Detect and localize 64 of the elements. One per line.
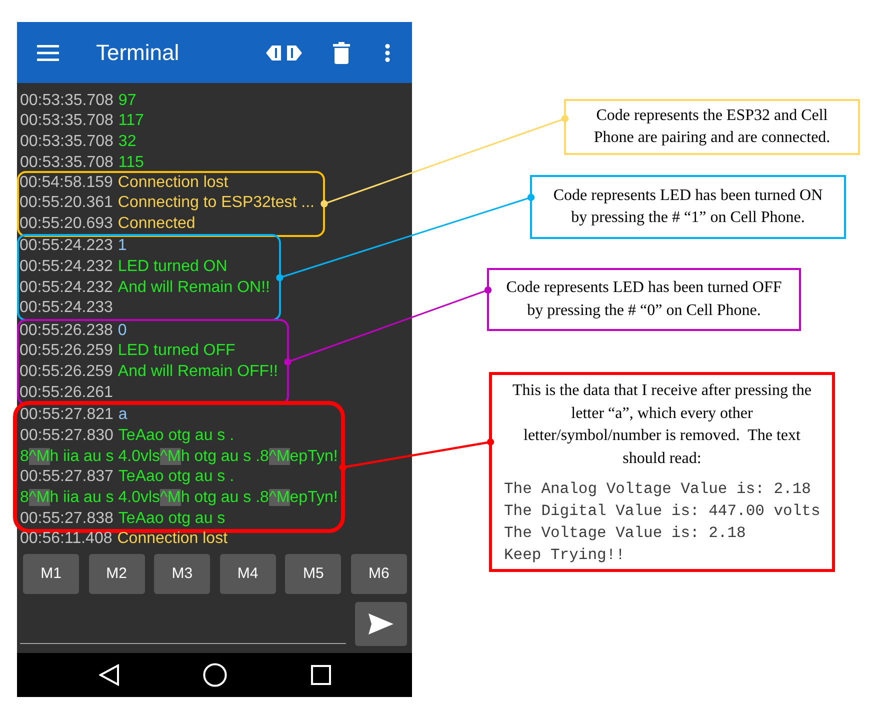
send-button[interactable] — [355, 602, 407, 646]
back-icon[interactable] — [98, 664, 118, 686]
timestamp: 00:55:26.238 — [20, 320, 113, 341]
timestamp: 00:55:24.223 — [20, 236, 113, 256]
timestamp: 00:55:27.838 — [20, 508, 114, 529]
timestamp: 00:55:27.837 — [20, 467, 114, 488]
trash-icon[interactable] — [333, 42, 350, 64]
macro-button[interactable]: M2 — [88, 554, 145, 594]
code-line: The Analog Voltage Value is: 2.18 — [504, 479, 811, 500]
code-line: Keep Trying!! — [504, 545, 625, 566]
connection-icon[interactable] — [266, 44, 302, 62]
message-text: 32 — [118, 132, 136, 152]
code-line: The Digital Value is: 447.00 volts — [504, 501, 820, 522]
timestamp: 00:53:35.708 — [20, 152, 114, 173]
message-text: 8^Mh iia au s 4.0vls^Mh otg au s .8^MepTyn! — [20, 446, 338, 467]
more-options-icon[interactable] — [385, 44, 390, 62]
message-text: 8^Mh iia au s 4.0vls^Mh otg au s .8^MepTyn! — [20, 488, 338, 508]
message-text: 117 — [118, 111, 144, 132]
macro-button[interactable]: M3 — [154, 554, 210, 594]
message-text: a — [118, 405, 128, 426]
message-text: And will Remain ON!! — [118, 278, 270, 298]
app-title: Terminal — [96, 39, 180, 67]
code-line: The Voltage Value is: 2.18 — [504, 523, 746, 544]
timestamp: 00:55:27.830 — [20, 426, 114, 446]
timestamp: 00:55:24.233 — [20, 298, 113, 318]
message-text: Connecting to ESP32test ... — [118, 193, 314, 214]
timestamp: 00:56:11.408 — [20, 529, 112, 550]
send-icon — [368, 613, 394, 635]
message-text: TeAao otg au s . — [118, 467, 234, 488]
macro-button[interactable]: M1 — [23, 554, 79, 594]
timestamp: 00:55:20.361 — [20, 193, 113, 214]
timestamp: 00:53:35.708 — [20, 111, 114, 132]
timestamp: 00:55:20.693 — [20, 214, 113, 234]
timestamp: 00:55:26.261 — [20, 382, 113, 403]
recents-icon[interactable] — [310, 665, 330, 685]
menu-icon[interactable] — [37, 44, 59, 60]
timestamp: 00:54:58.159 — [20, 172, 113, 193]
callout-text: Code represents the ESP32 and Cell Phone are pairing and are connected. — [592, 106, 832, 148]
timestamp: 00:53:35.708 — [20, 132, 114, 152]
message-text: And will Remain OFF!! — [118, 362, 278, 382]
callout-text: This is the data that I receive after pressing the letter “a”, which every other letter/symbol/number is removed. The text should read: — [512, 381, 812, 468]
timestamp: 00:53:35.708 — [20, 90, 114, 110]
message-text: Connection lost — [117, 529, 228, 550]
message-text: 97 — [118, 90, 136, 110]
timestamp: 00:55:24.232 — [20, 278, 113, 298]
macro-button[interactable]: M5 — [285, 554, 342, 594]
message-text: 0 — [118, 320, 127, 341]
message-text: LED turned OFF — [118, 341, 236, 362]
callout-text: Code represents LED has been turned OFF by pressing the # “0” on Cell Phone. — [505, 278, 783, 320]
macro-button[interactable]: M4 — [220, 554, 276, 594]
macro-button[interactable]: M6 — [350, 554, 407, 594]
home-icon[interactable] — [202, 663, 226, 687]
timestamp: 00:55:26.259 — [20, 362, 113, 382]
timestamp: 00:55:26.259 — [20, 341, 113, 362]
message-text: Connection lost — [118, 172, 228, 193]
timestamp: 00:55:27.821 — [20, 405, 114, 426]
message-text: TeAao otg au s — [118, 508, 226, 529]
message-text: 115 — [118, 152, 144, 173]
message-text: Connected — [118, 214, 196, 234]
message-text: LED turned ON — [118, 257, 228, 277]
callout-text: Code represents LED has been turned ON by pressing the # “1” on Cell Phone. — [552, 186, 824, 228]
message-text: 1 — [118, 236, 127, 256]
message-text: TeAao otg au s . — [118, 426, 234, 446]
timestamp: 00:55:24.232 — [20, 257, 113, 277]
